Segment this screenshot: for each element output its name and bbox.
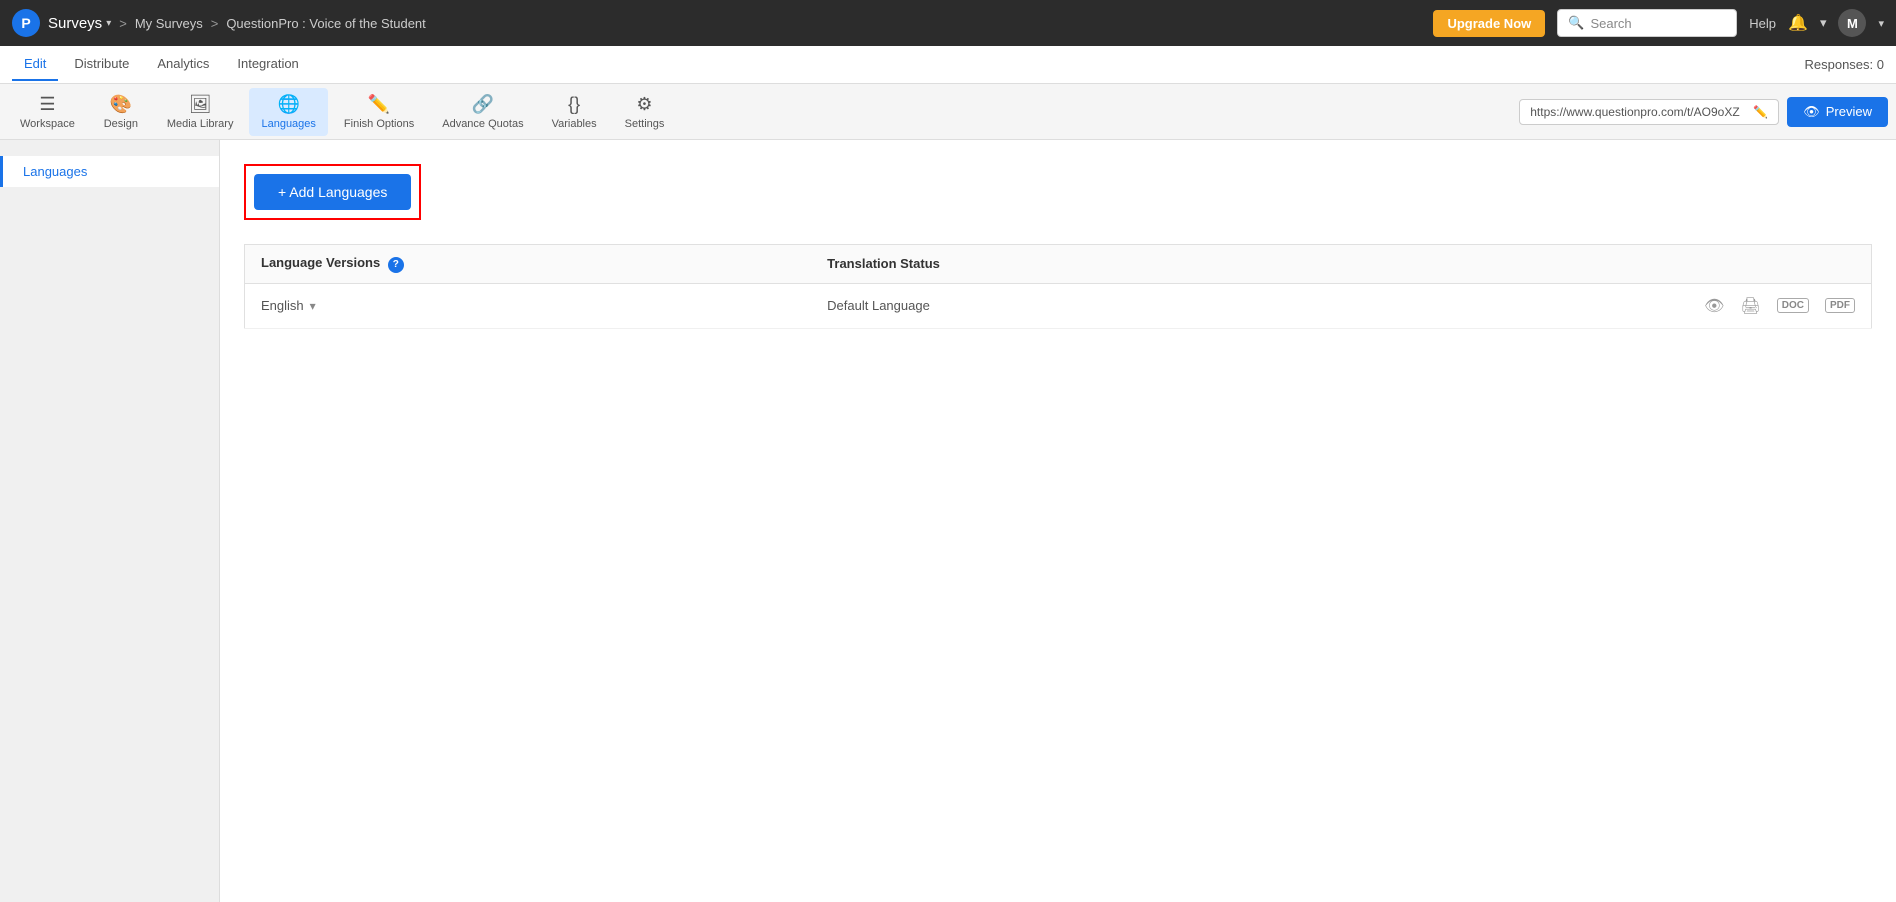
toolbar-settings-label: Settings xyxy=(625,118,665,130)
sidebar-item-languages[interactable]: Languages xyxy=(0,156,219,187)
toolbar-variables-label: Variables xyxy=(552,118,597,130)
responses-info: Responses: 0 xyxy=(1805,57,1885,72)
pdf-icon[interactable]: PDF xyxy=(1825,298,1855,313)
survey-url-box[interactable]: https://www.questionpro.com/t/AO9oXZ ✏️ xyxy=(1519,99,1779,125)
preview-button[interactable]: 👁 Preview xyxy=(1787,97,1888,127)
preview-btn-label: Preview xyxy=(1826,104,1872,119)
settings-icon: ⚙ xyxy=(636,94,652,115)
upgrade-now-button[interactable]: Upgrade Now xyxy=(1433,10,1545,37)
language-name: English xyxy=(261,298,304,313)
print-icon[interactable]: 🖨 xyxy=(1740,296,1760,316)
edit-url-icon[interactable]: ✏️ xyxy=(1753,105,1768,119)
doc-icon[interactable]: DOC xyxy=(1777,298,1809,313)
toolbar-settings[interactable]: ⚙ Settings xyxy=(613,88,677,136)
top-nav: P Surveys ▾ > My Surveys > QuestionPro :… xyxy=(0,0,1896,46)
eye-icon: 👁 xyxy=(1803,104,1820,120)
nav-integration[interactable]: Integration xyxy=(225,48,310,81)
logo: P xyxy=(12,9,40,37)
search-placeholder: Search xyxy=(1590,16,1631,31)
user-chevron-icon[interactable]: ▾ xyxy=(1878,17,1884,30)
survey-title-breadcrumb: QuestionPro : Voice of the Student xyxy=(226,16,425,31)
table-header-translation-status: Translation Status xyxy=(811,245,1279,284)
notification-icon[interactable]: 🔔 xyxy=(1788,13,1808,33)
chevron-down-icon: ▾ xyxy=(106,18,111,29)
variables-icon: {} xyxy=(568,94,580,115)
advance-quotas-icon: 🔗 xyxy=(472,94,494,115)
toolbar-media-library[interactable]: 🖼 Media Library xyxy=(155,88,246,136)
nav-analytics[interactable]: Analytics xyxy=(145,48,221,81)
breadcrumb-separator-2: > xyxy=(211,16,219,31)
language-name-cell: English ▾ xyxy=(245,283,812,328)
notification-chevron-icon[interactable]: ▾ xyxy=(1820,15,1827,31)
my-surveys-breadcrumb[interactable]: My Surveys xyxy=(135,16,203,31)
search-box[interactable]: 🔍 Search xyxy=(1557,9,1737,37)
second-nav: Edit Distribute Analytics Integration Re… xyxy=(0,46,1896,84)
breadcrumb-separator: > xyxy=(119,16,127,31)
toolbar-advance-quotas[interactable]: 🔗 Advance Quotas xyxy=(430,88,535,136)
surveys-dropdown[interactable]: Surveys ▾ xyxy=(48,15,111,32)
toolbar-languages-label: Languages xyxy=(261,118,315,130)
content-area: + Add Languages Language Versions ? Tran… xyxy=(220,140,1896,902)
design-icon: 🎨 xyxy=(110,94,132,115)
survey-url-text: https://www.questionpro.com/t/AO9oXZ xyxy=(1530,105,1739,119)
nav-edit[interactable]: Edit xyxy=(12,48,58,81)
toolbar-design[interactable]: 🎨 Design xyxy=(91,88,151,136)
languages-table: Language Versions ? Translation Status E… xyxy=(244,244,1872,329)
sidebar: Languages xyxy=(0,140,220,902)
toolbar-variables[interactable]: {} Variables xyxy=(540,88,609,136)
toolbar-media-library-label: Media Library xyxy=(167,118,234,130)
toolbar-workspace-label: Workspace xyxy=(20,118,75,130)
toolbar-finish-options[interactable]: ✏️ Finish Options xyxy=(332,88,426,136)
languages-icon: 🌐 xyxy=(277,94,299,115)
table-row: English ▾ Default Language 👁 🖨 DOC PDF xyxy=(245,283,1872,328)
toolbar-workspace[interactable]: ☰ Workspace xyxy=(8,88,87,136)
main-content: Languages + Add Languages Language Versi… xyxy=(0,140,1896,902)
translation-status-cell: Default Language xyxy=(811,283,1279,328)
table-header-language-versions: Language Versions ? xyxy=(245,245,812,284)
nav-distribute[interactable]: Distribute xyxy=(62,48,141,81)
toolbar: ☰ Workspace 🎨 Design 🖼 Media Library 🌐 L… xyxy=(0,84,1896,140)
toolbar-finish-options-label: Finish Options xyxy=(344,118,414,130)
search-icon: 🔍 xyxy=(1568,15,1584,31)
add-languages-wrapper: + Add Languages xyxy=(244,164,421,220)
top-nav-right: Upgrade Now 🔍 Search Help 🔔 ▾ M ▾ xyxy=(1433,9,1884,37)
table-header-actions xyxy=(1279,245,1872,284)
view-icon[interactable]: 👁 xyxy=(1704,296,1724,316)
language-dropdown-icon[interactable]: ▾ xyxy=(310,299,316,313)
add-languages-button[interactable]: + Add Languages xyxy=(254,174,411,210)
user-avatar[interactable]: M xyxy=(1838,9,1866,37)
surveys-label: Surveys xyxy=(48,15,102,32)
toolbar-right: https://www.questionpro.com/t/AO9oXZ ✏️ … xyxy=(1519,97,1888,127)
toolbar-design-label: Design xyxy=(104,118,138,130)
language-versions-info-icon[interactable]: ? xyxy=(388,257,404,273)
finish-options-icon: ✏️ xyxy=(368,94,390,115)
toolbar-advance-quotas-label: Advance Quotas xyxy=(442,118,523,130)
action-icons-cell: 👁 🖨 DOC PDF xyxy=(1279,283,1872,328)
media-library-icon: 🖼 xyxy=(189,94,212,115)
help-link[interactable]: Help xyxy=(1749,16,1776,31)
toolbar-languages[interactable]: 🌐 Languages xyxy=(249,88,327,136)
workspace-icon: ☰ xyxy=(39,94,55,115)
